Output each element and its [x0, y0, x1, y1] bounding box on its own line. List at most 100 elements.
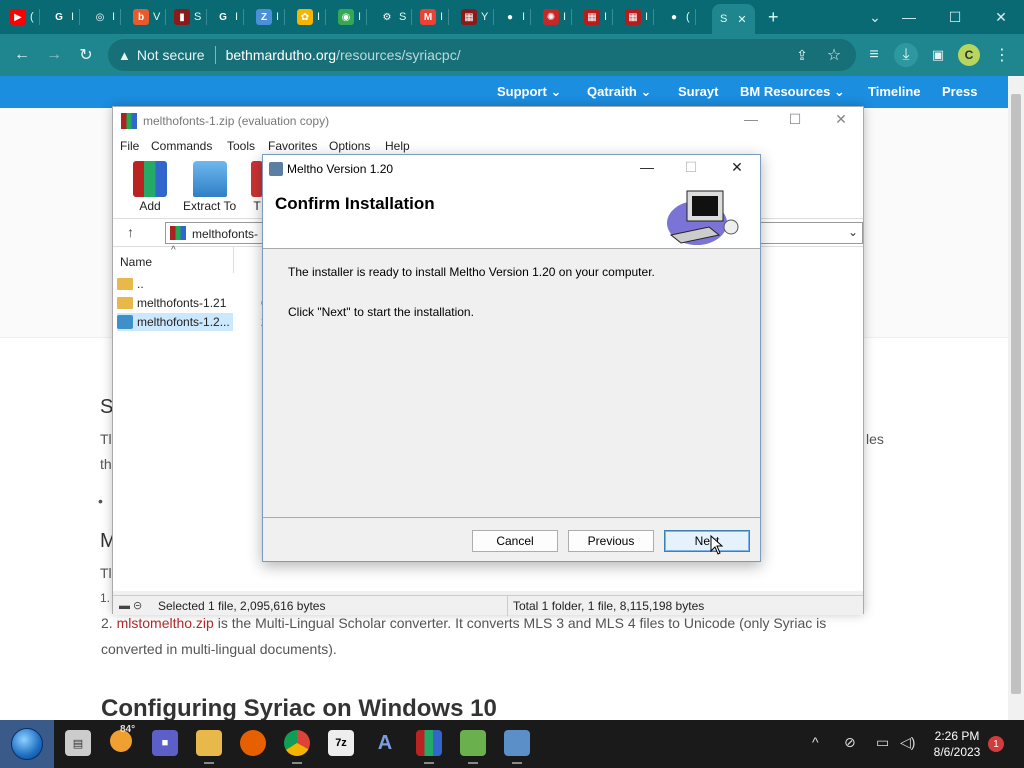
nav-timeline[interactable]: Timeline [868, 84, 921, 99]
browser-tab[interactable]: ZI [256, 6, 286, 28]
cancel-button[interactable]: Cancel [472, 530, 558, 552]
address-bar[interactable]: ▲ Not secure bethmardutho.org/resources/… [108, 39, 856, 71]
weather-widget[interactable]: 84° [110, 724, 136, 756]
more-menu-icon[interactable]: ⋮ [990, 43, 1014, 67]
dialog-title-bar[interactable]: Meltho Version 1.20 — ☐ ✕ [263, 155, 760, 183]
browser-tab[interactable]: ✺ I [543, 6, 573, 28]
system-clock[interactable]: 2:26 PM 8/6/2023 [926, 728, 988, 760]
tab-title: I [563, 11, 567, 23]
minimize-icon[interactable]: — [633, 159, 661, 179]
volume-icon[interactable]: ◁) [900, 734, 915, 751]
up-arrow-icon[interactable]: ↑ [127, 224, 134, 240]
close-icon[interactable]: ✕ [978, 0, 1024, 34]
display-icon[interactable]: ▭ [876, 734, 889, 751]
url-path[interactable]: /resources/syriacpc/ [336, 47, 460, 63]
back-arrow-icon[interactable]: ← [10, 43, 34, 67]
tab-title: ( [30, 11, 34, 23]
menu-help[interactable]: Help [385, 139, 410, 153]
nav-bm-resources[interactable]: BM Resources ⌄ [740, 84, 845, 100]
profile-avatar[interactable]: C [958, 44, 980, 66]
browser-tab[interactable]: ▶( [10, 6, 40, 28]
nav-surayt[interactable]: Surayt [678, 84, 718, 99]
windows-orb-icon [11, 728, 43, 760]
winrar-taskbar-icon[interactable] [416, 730, 442, 764]
menu-file[interactable]: File [120, 139, 139, 153]
add-button[interactable]: Add [133, 161, 167, 213]
menu-favorites[interactable]: Favorites [268, 139, 317, 153]
nav-qatraith[interactable]: Qatraith ⌄ [587, 84, 651, 100]
setup-taskbar-icon[interactable] [504, 730, 530, 764]
firefox-icon[interactable] [240, 730, 266, 756]
browser-tab[interactable]: ◉ I [338, 6, 368, 28]
url-host[interactable]: bethmardutho.org [226, 47, 337, 63]
share-icon[interactable]: ⇪ [790, 43, 814, 67]
browser-tab[interactable]: ▮ S [174, 6, 208, 28]
maximize-icon[interactable]: ☐ [932, 0, 978, 34]
security-label[interactable]: Not secure [137, 47, 205, 63]
browser-tab[interactable]: ▦ Y [461, 6, 495, 28]
minimize-icon[interactable]: — [737, 111, 765, 131]
7zip-icon[interactable]: 7z [328, 730, 354, 756]
browser-tab[interactable]: ⚙ S [379, 6, 413, 28]
menu-commands[interactable]: Commands [151, 139, 212, 153]
start-button[interactable] [0, 720, 54, 768]
browser-tab[interactable]: MI [420, 6, 450, 28]
chevron-down-icon[interactable]: ⌄ [848, 225, 858, 239]
close-icon[interactable]: ✕ [723, 159, 751, 179]
task-view-icon[interactable]: ▤ [65, 730, 91, 756]
dialog-header: Confirm Installation [263, 183, 760, 249]
winrar-title-bar[interactable]: melthofonts-1.zip (evaluation copy) — ☐ … [113, 107, 863, 135]
forward-arrow-icon[interactable]: → [42, 43, 66, 67]
browser-tab[interactable]: ● I [502, 6, 532, 28]
notification-badge[interactable]: 1 [988, 736, 1004, 752]
browser-tab[interactable]: ✿ I [297, 6, 327, 28]
menu-tools[interactable]: Tools [227, 139, 255, 153]
running-indicator [468, 762, 478, 764]
paragraph-line: 2. mlstomeltho.zip is the Multi-Lingual … [101, 615, 1001, 631]
next-button[interactable]: Next [664, 530, 750, 552]
active-browser-tab[interactable]: S ✕ [712, 4, 755, 34]
app-icon: ▮ [174, 9, 190, 25]
nav-press[interactable]: Press [942, 84, 977, 99]
close-icon[interactable]: ✕ [827, 111, 855, 131]
extract-to-button[interactable]: Extract To [183, 161, 236, 213]
text-fragment: th [100, 456, 112, 472]
new-tab-button[interactable]: + [768, 6, 779, 28]
chrome-icon[interactable] [284, 730, 310, 764]
nav-support[interactable]: Support ⌄ [497, 84, 561, 100]
scrollbar-thumb[interactable] [1011, 94, 1021, 694]
previous-button[interactable]: Previous [568, 530, 654, 552]
media-queue-icon[interactable]: ≡ [862, 43, 886, 67]
bookmark-star-icon[interactable]: ☆ [822, 43, 846, 67]
page-scrollbar[interactable] [1008, 76, 1024, 720]
browser-tab[interactable]: bV [133, 6, 167, 28]
minimize-icon[interactable]: — [886, 0, 932, 34]
app-a-icon[interactable]: A [372, 730, 398, 756]
browser-tab[interactable]: ◎ I [92, 6, 122, 28]
download-icon[interactable]: ⤓ [894, 43, 918, 67]
column-name-header[interactable]: Name [120, 255, 152, 269]
maximize-icon[interactable]: ☐ [781, 111, 809, 131]
chevron-up-icon[interactable]: ^ [812, 734, 819, 750]
list-item[interactable]: .. [117, 275, 144, 293]
warning-icon[interactable]: ▲ [118, 48, 131, 63]
browser-tab[interactable]: ▦ I [584, 6, 614, 28]
close-tab-icon[interactable]: ✕ [737, 13, 746, 26]
meet-camera-icon[interactable]: ■ [152, 730, 178, 756]
tab-separator [571, 9, 573, 25]
installer-taskbar-icon[interactable] [460, 730, 486, 764]
reload-icon[interactable]: ↻ [74, 43, 98, 67]
menu-options[interactable]: Options [329, 139, 370, 153]
file-explorer-icon[interactable] [196, 730, 222, 764]
mlstomeltho-link[interactable]: mlstomeltho.zip [117, 615, 214, 631]
list-item[interactable]: melthofonts-1.21 [117, 294, 226, 312]
browser-tab[interactable]: GI [215, 6, 245, 28]
drive-icon: ▬ ⊝ [119, 600, 143, 612]
google-icon: G [219, 11, 227, 23]
browser-tab[interactable]: GI [51, 6, 81, 28]
side-panel-icon[interactable]: ▣ [926, 43, 950, 67]
list-item[interactable]: melthofonts-1.2... [117, 313, 233, 331]
browser-tab[interactable]: ▦ I [625, 6, 655, 28]
network-off-icon[interactable]: ⊘ [844, 734, 856, 751]
browser-tab[interactable]: ●( [666, 6, 696, 28]
